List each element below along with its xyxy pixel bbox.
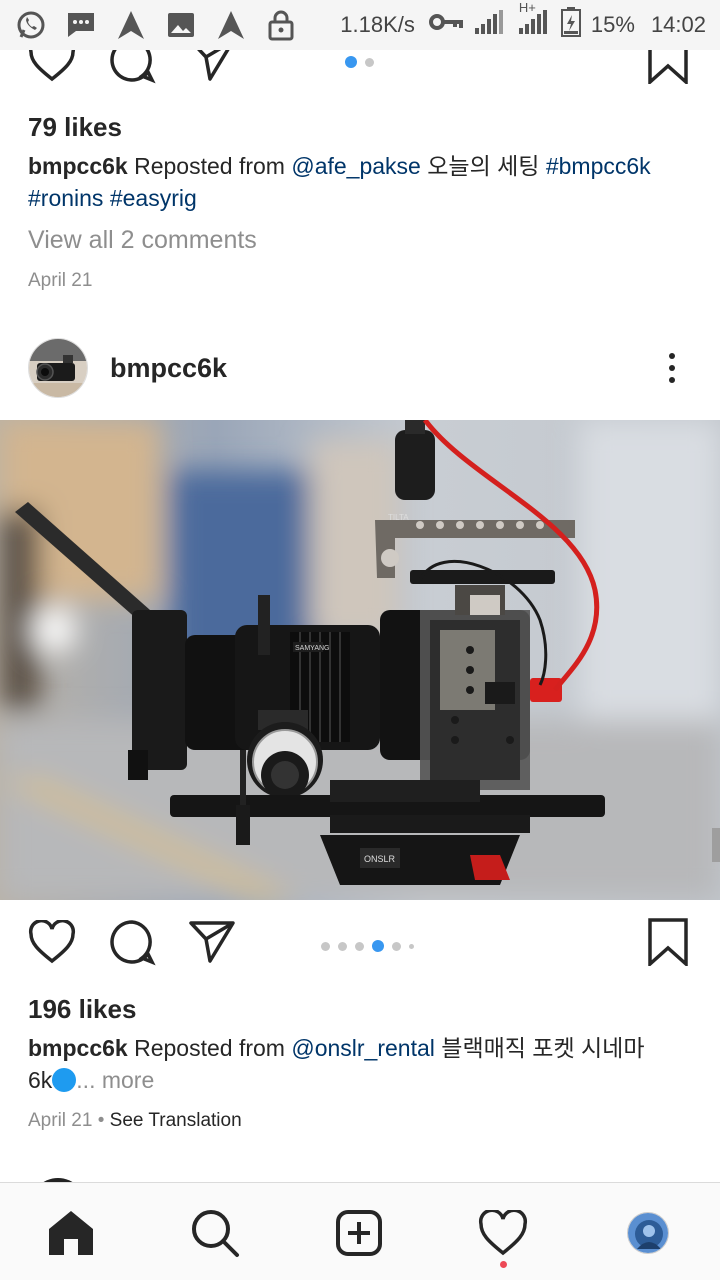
post2-date: April 21 • See Translation [28, 1110, 242, 1132]
feed[interactable]: 79 likes bmpcc6k Reposted from @afe_paks… [0, 50, 720, 1182]
caption-text: 6k [28, 1067, 53, 1093]
key-icon [428, 12, 463, 38]
signal-icon [473, 8, 507, 42]
notification-dot [500, 1261, 507, 1268]
post2-caption: bmpcc6k Reposted from @onslr_rental 블랙매직… [28, 1032, 688, 1096]
caption-text: 블랙매직 포켓 시네마 [434, 1035, 645, 1061]
bookmark-icon[interactable] [642, 50, 694, 86]
carousel-dot [392, 941, 401, 951]
post1-action-bar [0, 50, 720, 94]
home-icon[interactable] [43, 1205, 99, 1261]
message-icon [64, 8, 98, 42]
carousel-dot [338, 941, 347, 951]
post2-carousel-indicator [321, 940, 414, 952]
carousel-dot-active [345, 56, 357, 68]
share-icon[interactable] [186, 916, 238, 968]
network-speed: 1.18K/s [340, 12, 415, 37]
new-post-icon[interactable] [331, 1205, 387, 1261]
lock-icon [264, 8, 298, 42]
whatsapp-icon [14, 8, 48, 42]
caption-username[interactable]: bmpcc6k [28, 153, 128, 179]
avatar[interactable] [28, 338, 88, 398]
navigation-icon [214, 8, 248, 42]
carousel-dot [365, 57, 374, 67]
post1-carousel-indicator [345, 56, 374, 68]
comment-icon[interactable] [106, 50, 158, 86]
clock: 14:02 [650, 12, 706, 37]
image-icon [164, 8, 198, 42]
post-photo[interactable]: SAMYANG TILTA ONSLR [0, 420, 720, 900]
caption-text: 오늘의 세팅 [420, 153, 546, 179]
hashtag-link[interactable]: #bmpcc6k [546, 153, 651, 179]
signal-icon: H+ [517, 0, 551, 42]
cage-brand-text: TILTA [388, 513, 409, 522]
like-icon[interactable] [26, 916, 78, 968]
more-options-icon[interactable] [656, 344, 688, 392]
caption-mention[interactable]: @afe_pakse [291, 153, 421, 179]
blue-circle-emoji [52, 1068, 77, 1092]
carousel-dot [321, 941, 330, 951]
mount-brand-text: ONSLR [364, 854, 396, 864]
caption-mention[interactable]: @onslr_rental [291, 1035, 435, 1061]
carousel-dot [355, 941, 364, 951]
share-icon[interactable] [186, 50, 238, 86]
date-separator: • [92, 1110, 110, 1131]
caption-text: Reposted from [127, 1035, 292, 1061]
post-username[interactable]: bmpcc6k [110, 353, 227, 384]
lens-brand-text: SAMYANG [295, 645, 330, 652]
view-comments-link[interactable]: View all 2 comments [28, 226, 257, 255]
post2-action-bar [0, 916, 720, 976]
bookmark-icon[interactable] [642, 916, 694, 968]
post1-date: April 21 [28, 270, 93, 291]
post1-caption: bmpcc6k Reposted from @afe_pakse 오늘의 세팅 … [28, 150, 688, 214]
activity-icon[interactable] [475, 1205, 531, 1261]
battery-icon [560, 7, 581, 43]
profile-avatar[interactable] [627, 1212, 669, 1254]
network-type-label: H+ [518, 0, 536, 15]
see-translation-link[interactable]: See Translation [110, 1110, 242, 1131]
like-icon[interactable] [26, 50, 78, 86]
profile-tab[interactable] [620, 1205, 676, 1261]
battery-percent: 15% [590, 12, 635, 37]
scrollbar[interactable] [712, 828, 720, 862]
search-icon[interactable] [187, 1205, 243, 1261]
comment-icon[interactable] [106, 916, 158, 968]
hashtag-link[interactable]: #easyrig [110, 185, 197, 211]
more-link[interactable]: ... more [76, 1067, 154, 1093]
status-bar: 1.18K/s H+ 15% 14:02 [0, 0, 720, 50]
hashtag-link[interactable]: #ronins [28, 185, 103, 211]
post2-header: bmpcc6k [0, 328, 720, 408]
post-date: April 21 [28, 1110, 93, 1131]
caption-username[interactable]: bmpcc6k [28, 1035, 128, 1061]
carousel-dot [409, 943, 414, 949]
carousel-dot-active [372, 940, 384, 952]
post1-likes[interactable]: 79 likes [28, 112, 122, 143]
post2-likes[interactable]: 196 likes [28, 994, 136, 1025]
caption-text: Reposted from [127, 153, 292, 179]
bottom-navigation [0, 1182, 720, 1280]
navigation-icon [114, 8, 148, 42]
